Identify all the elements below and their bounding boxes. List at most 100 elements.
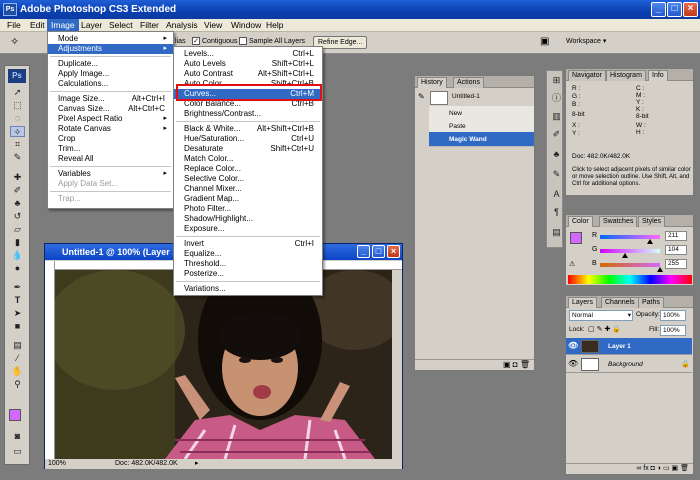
adjust-menu-item-invert[interactable]: Invert Ctrl+I xyxy=(174,239,322,249)
character-icon[interactable]: A xyxy=(549,189,564,200)
snapshot-label[interactable]: Untitled-1 xyxy=(452,93,480,100)
foreground-color-swatch[interactable] xyxy=(9,409,21,421)
tool-presets-icon[interactable]: ✎ xyxy=(549,169,564,180)
tab-layers[interactable]: Layers xyxy=(568,297,598,308)
adjust-menu-item-desaturate[interactable]: Desaturate Shift+Ctrl+U xyxy=(174,144,322,154)
menu-view[interactable]: View xyxy=(200,19,226,32)
menu-file[interactable]: File xyxy=(3,19,25,32)
r-slider-thumb[interactable] xyxy=(646,239,653,244)
clone-source-icon[interactable]: ♣ xyxy=(549,149,564,160)
adjust-menu-item-exposure[interactable]: Exposure... xyxy=(174,224,322,234)
opacity-field[interactable]: 100% xyxy=(660,310,686,321)
tab-color[interactable]: Color xyxy=(568,216,593,227)
gamut-warning-icon[interactable]: ⚠ xyxy=(569,260,575,268)
adjust-menu-item-equalize[interactable]: Equalize... xyxy=(174,249,322,259)
slice-tool-icon[interactable]: ✎ xyxy=(10,152,25,163)
r-value-field[interactable]: 211 xyxy=(665,231,687,241)
crop-tool-icon[interactable]: ⌗ xyxy=(10,139,25,150)
g-slider-track[interactable] xyxy=(600,249,660,253)
snapshot-brush-icon[interactable]: ✎ xyxy=(418,92,430,104)
color-spectrum-bar[interactable] xyxy=(568,275,692,284)
visibility-eye-icon[interactable]: 👁 xyxy=(568,359,578,369)
image-menu-item-duplicate[interactable]: Duplicate... xyxy=(48,59,173,69)
magic-wand-tool-icon[interactable]: ✧ xyxy=(10,36,19,49)
tab-actions[interactable]: Actions xyxy=(453,77,484,88)
adjust-menu-item-match-color[interactable]: Match Color... xyxy=(174,154,322,164)
magic-wand-tool-icon[interactable]: ✧ xyxy=(10,126,25,137)
brushes-icon[interactable]: ✐ xyxy=(549,129,564,140)
marquee-tool-icon[interactable]: ⬚ xyxy=(10,100,25,111)
adjust-menu-item-replace-color[interactable]: Replace Color... xyxy=(174,164,322,174)
adjust-menu-item-auto-levels[interactable]: Auto Levels Shift+Ctrl+L xyxy=(174,59,322,69)
doc-close-button[interactable]: × xyxy=(387,245,400,258)
hand-tool-icon[interactable]: ✋ xyxy=(10,366,25,377)
lock-options-icons[interactable]: ▢✎✚🔒 xyxy=(588,325,623,333)
visibility-eye-icon[interactable]: 👁 xyxy=(568,341,578,351)
history-step-selected[interactable]: Magic Wand xyxy=(429,132,534,147)
healing-brush-icon[interactable]: ✚ xyxy=(10,172,25,183)
pen-tool-icon[interactable]: ✒ xyxy=(10,282,25,293)
photo-canvas[interactable] xyxy=(55,270,392,459)
navigator-icon[interactable]: ⊞ xyxy=(549,75,564,86)
image-menu-item-reveal-all[interactable]: Reveal All xyxy=(48,154,173,164)
tab-paths[interactable]: Paths xyxy=(638,297,664,308)
tab-navigator[interactable]: Navigator xyxy=(568,70,606,81)
g-value-field[interactable]: 104 xyxy=(665,245,687,255)
image-menu-item-apply-image[interactable]: Apply Image... xyxy=(48,69,173,79)
tab-histogram[interactable]: Histogram xyxy=(606,70,646,81)
fill-field[interactable]: 100% xyxy=(660,325,686,336)
image-menu-item-canvas-size[interactable]: Canvas Size... Alt+Ctrl+C xyxy=(48,104,173,114)
layer-row[interactable]: 👁 Layer 1 xyxy=(566,338,692,355)
adjust-menu-item-variations[interactable]: Variations... xyxy=(174,284,322,294)
eraser-tool-icon[interactable]: ▱ xyxy=(10,224,25,235)
layer-row[interactable]: 👁 Background 🔒 xyxy=(566,356,692,373)
image-menu-item-rotate-canvas[interactable]: Rotate Canvas ▸ xyxy=(48,124,173,134)
tab-info[interactable]: Info xyxy=(648,70,668,81)
history-brush-icon[interactable]: ↺ xyxy=(10,211,25,222)
quick-mask-icon[interactable]: ◙ xyxy=(10,431,25,442)
menu-help[interactable]: Help xyxy=(262,19,287,32)
adjust-menu-item-hue-saturation[interactable]: Hue/Saturation... Ctrl+U xyxy=(174,134,322,144)
adjust-menu-item-auto-contrast[interactable]: Auto Contrast Alt+Shift+Ctrl+L xyxy=(174,69,322,79)
dodge-tool-icon[interactable]: ● xyxy=(10,263,25,274)
lasso-tool-icon[interactable]: ◌ xyxy=(10,113,25,124)
adjust-menu-item-posterize[interactable]: Posterize... xyxy=(174,269,322,279)
image-menu-item-image-size[interactable]: Image Size... Alt+Ctrl+I xyxy=(48,94,173,104)
image-menu-item-apply-data-set[interactable]: Apply Data Set... xyxy=(48,179,173,189)
maximize-button[interactable]: □ xyxy=(667,2,682,17)
image-menu-item-variables[interactable]: Variables ▸ xyxy=(48,169,173,179)
doc-maximize-button[interactable]: □ xyxy=(372,245,385,258)
info-icon[interactable]: ⓘ xyxy=(549,93,564,104)
adjust-menu-item-channel-mixer[interactable]: Channel Mixer... xyxy=(174,184,322,194)
foreground-color-swatch[interactable] xyxy=(570,232,582,244)
zoom-level[interactable]: 100% xyxy=(48,459,66,469)
b-slider-track[interactable] xyxy=(600,263,660,267)
histogram-icon[interactable]: ▥ xyxy=(549,111,564,122)
workspace-button[interactable]: Workspace ▾ xyxy=(566,36,606,49)
menu-window[interactable]: Window xyxy=(227,19,265,32)
tab-styles[interactable]: Styles xyxy=(638,216,666,227)
bridge-icon[interactable]: ▣ xyxy=(540,36,549,49)
shape-tool-icon[interactable]: ■ xyxy=(10,321,25,332)
history-footer-icons[interactable]: ▣ ◘ 🗑 xyxy=(415,359,534,370)
adjust-menu-item-black-white[interactable]: Black & White... Alt+Shift+Ctrl+B xyxy=(174,124,322,134)
b-slider-thumb[interactable] xyxy=(657,267,663,272)
adjust-menu-item-levels[interactable]: Levels... Ctrl+L xyxy=(174,49,322,59)
screen-mode-icon[interactable]: ▭ xyxy=(10,446,25,457)
image-menu-item-calculations[interactable]: Calculations... xyxy=(48,79,173,89)
tab-history[interactable]: History xyxy=(417,77,447,88)
minimize-button[interactable]: _ xyxy=(651,2,666,17)
menu-edit[interactable]: Edit xyxy=(26,19,49,32)
tab-channels[interactable]: Channels xyxy=(601,297,639,308)
type-tool-icon[interactable]: T xyxy=(10,295,25,306)
adjust-menu-item-brightness-contrast[interactable]: Brightness/Contrast... xyxy=(174,109,322,119)
paragraph-icon[interactable]: ¶ xyxy=(549,207,564,218)
image-menu-item-adjustments[interactable]: Adjustments ▸ xyxy=(48,44,173,54)
clone-stamp-icon[interactable]: ♣ xyxy=(10,198,25,209)
gradient-tool-icon[interactable]: ▮ xyxy=(10,237,25,248)
adjust-menu-item-threshold[interactable]: Threshold... xyxy=(174,259,322,269)
image-menu-item-trim[interactable]: Trim... xyxy=(48,144,173,154)
close-button[interactable]: × xyxy=(683,2,698,17)
path-selection-icon[interactable]: ➤ xyxy=(10,308,25,319)
image-menu-item-trap[interactable]: Trap... xyxy=(48,194,173,204)
